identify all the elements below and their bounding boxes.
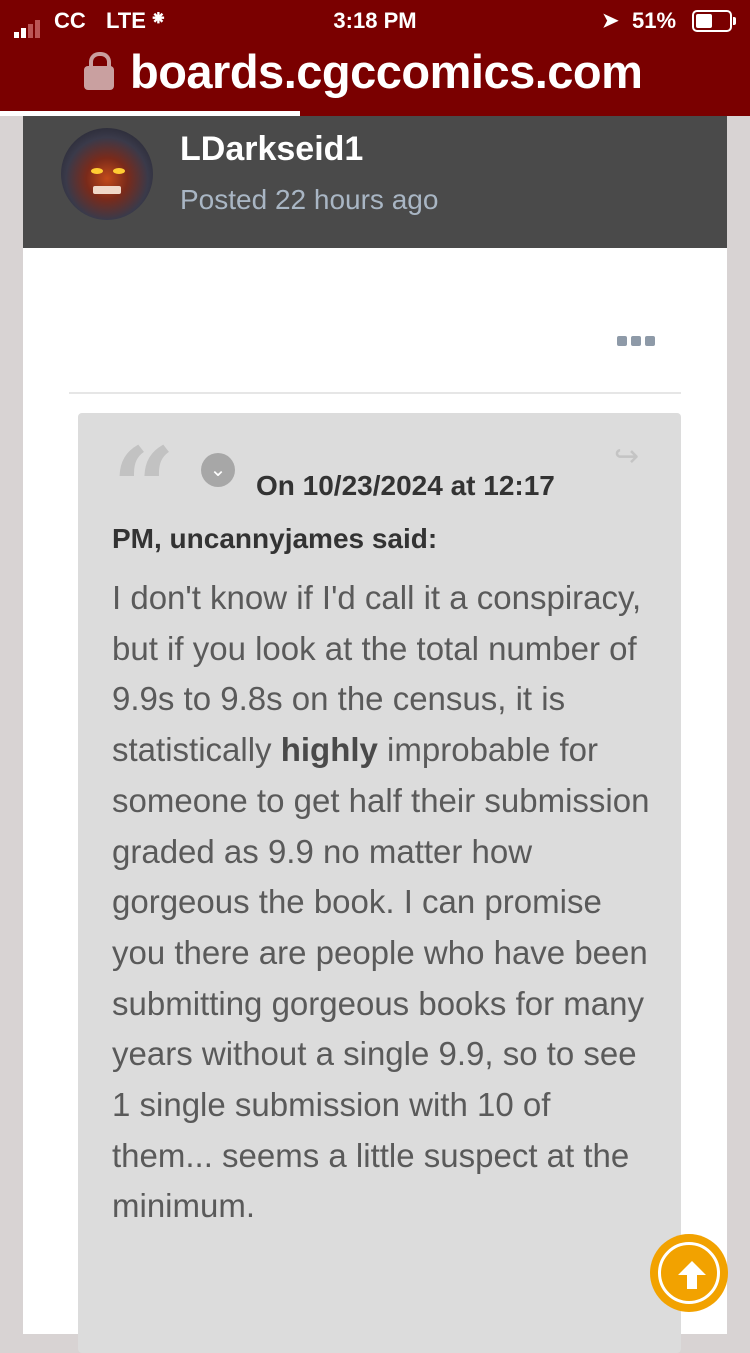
post-author-header: LDarkseid1 Posted 22 hours ago [23, 116, 727, 248]
status-bar: CC LTE ⁕ 3:18 PM ➤ 51% [0, 0, 750, 40]
address-bar[interactable]: boards.cgccomics.com [0, 40, 750, 110]
divider [69, 392, 681, 394]
quote-text-part-2: improbable for someone to get half their… [112, 731, 650, 1225]
quote-block: “ ⌄ ↪ On 10/23/2024 at 12:17 PM, uncanny… [78, 413, 681, 1353]
quote-text: I don't know if I'd call it a conspiracy… [112, 573, 652, 1232]
battery-icon [692, 10, 736, 32]
citation-line-1: On 10/23/2024 at 12:17 [256, 470, 555, 501]
quote-citation[interactable]: On 10/23/2024 at 12:17 PM, uncannyjames … [112, 449, 612, 556]
quote-text-bold: highly [280, 731, 378, 769]
location-arrow-icon: ➤ [602, 10, 619, 32]
url-text[interactable]: boards.cgccomics.com [130, 44, 643, 99]
avatar[interactable] [61, 128, 153, 220]
scroll-to-top-button[interactable] [650, 1234, 728, 1312]
more-options-icon[interactable] [617, 336, 657, 348]
author-username[interactable]: LDarkseid1 [180, 130, 363, 169]
post-content: “ ⌄ ↪ On 10/23/2024 at 12:17 PM, uncanny… [23, 248, 727, 1353]
browser-chrome: CC LTE ⁕ 3:18 PM ➤ 51% boards.cgccomics.… [0, 0, 750, 116]
share-icon[interactable]: ↪ [614, 439, 639, 474]
post-timestamp[interactable]: Posted 22 hours ago [180, 184, 438, 216]
battery-percent: 51% [632, 8, 677, 33]
arrow-up-icon [658, 1242, 720, 1304]
citation-line-2: PM, uncannyjames said: [112, 523, 438, 554]
